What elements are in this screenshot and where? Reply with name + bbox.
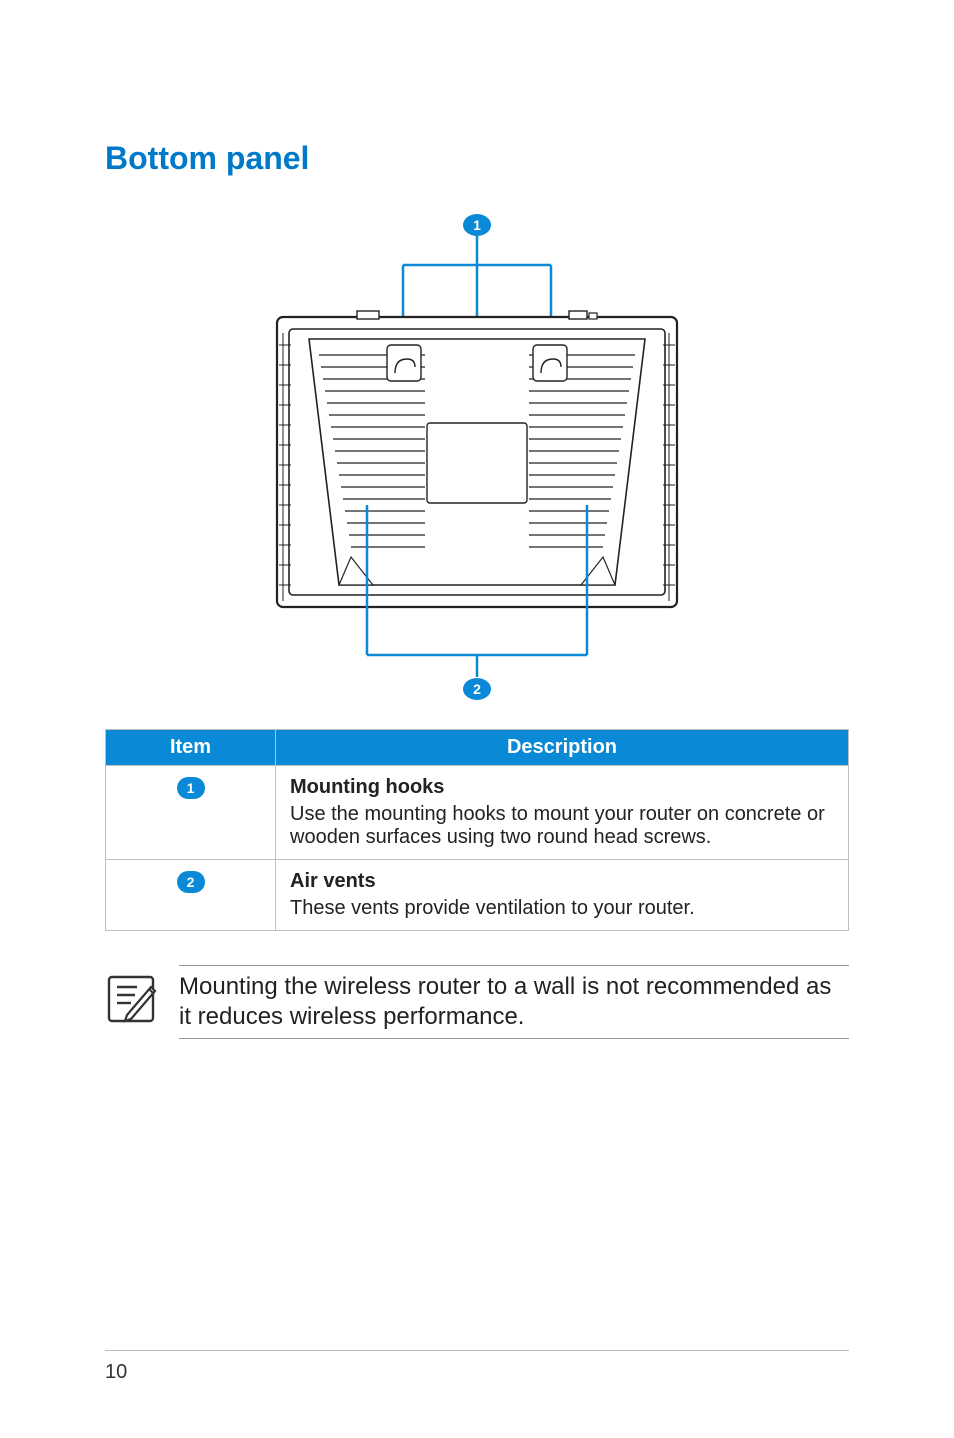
page-footer: 10 — [105, 1350, 849, 1384]
description-table: Item Description 1 Mounting hooks Use th… — [105, 729, 849, 931]
section-title: Bottom panel — [105, 140, 849, 177]
bottom-panel-diagram: 1 — [217, 205, 737, 705]
row-body: Use the mounting hooks to mount your rou… — [290, 803, 825, 848]
note-rule-top — [179, 965, 849, 966]
note-text: Mounting the wireless router to a wall i… — [179, 972, 849, 1032]
row-badge: 2 — [177, 871, 205, 893]
note-block: Mounting the wireless router to a wall i… — [105, 965, 849, 1039]
document-page: Bottom panel 1 — [0, 0, 954, 1438]
table-row: 2 Air vents These vents provide ventilat… — [106, 860, 849, 931]
row-title: Air vents — [290, 870, 834, 893]
callout-badge-2: 2 — [473, 681, 481, 697]
mounting-hook-right — [533, 345, 567, 381]
diagram-container: 1 — [105, 205, 849, 705]
callout-badge-1: 1 — [473, 217, 481, 233]
mounting-hook-left — [387, 345, 421, 381]
page-number: 10 — [105, 1361, 127, 1383]
row-body: These vents provide ventilation to your … — [290, 897, 695, 919]
table-header-item: Item — [106, 730, 276, 766]
table-header-description: Description — [276, 730, 849, 766]
row-badge: 1 — [177, 777, 205, 799]
note-icon — [105, 973, 157, 1025]
table-row: 1 Mounting hooks Use the mounting hooks … — [106, 766, 849, 860]
note-rule-bottom — [179, 1038, 849, 1039]
row-title: Mounting hooks — [290, 776, 834, 799]
